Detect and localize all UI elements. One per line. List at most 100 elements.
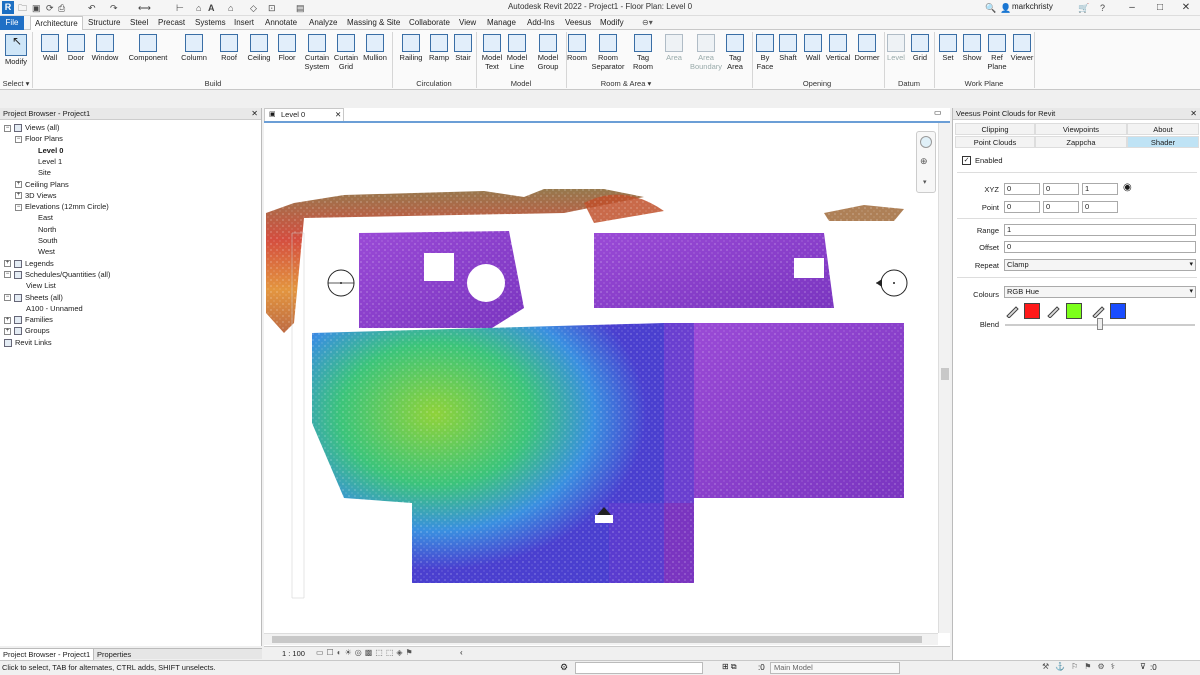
window-button[interactable]: Window [90, 32, 120, 78]
ceiling-button[interactable]: Ceiling [244, 32, 274, 78]
vertical-button[interactable]: Vertical [825, 32, 851, 78]
tree-item[interactable]: − Sheets (all) [4, 292, 63, 303]
scale-label[interactable]: 1 : 100 [282, 649, 305, 658]
repeat-select[interactable]: Clamp ▾ [1004, 259, 1196, 271]
xyz-y-input[interactable]: 0 [1043, 183, 1079, 195]
mullion-button[interactable]: Mullion [361, 32, 389, 78]
ramp-button[interactable]: Ramp [428, 32, 450, 78]
xyz-z-input[interactable]: 1 [1082, 183, 1118, 195]
view-control-icons[interactable]: ▭☐◐☀◎▩⬚⬚◈⚑ [316, 648, 416, 657]
grid-button[interactable]: Grid [910, 32, 930, 78]
tag-area-button[interactable]: Tag Area [723, 32, 747, 78]
maximize-icon[interactable]: □ [1146, 0, 1174, 16]
colour-swatch-green[interactable] [1066, 303, 1082, 319]
tab-analyze[interactable]: Analyze [305, 16, 341, 30]
tree-item[interactable]: Revit Links [4, 337, 52, 348]
tab-clipping[interactable]: Clipping [955, 123, 1035, 135]
point-y-input[interactable]: 0 [1043, 201, 1079, 213]
tree-item[interactable]: + Groups [4, 325, 50, 336]
ribbon-group-label[interactable]: Room & Area ▾ [566, 79, 686, 89]
eye-icon[interactable]: ◉ [1123, 182, 1132, 193]
tree-item[interactable]: + Ceiling Plans [15, 179, 69, 190]
scroll-thumb[interactable] [941, 368, 949, 380]
tab-point-clouds[interactable]: Point Clouds [955, 136, 1035, 148]
elevation-marker-west[interactable] [327, 269, 355, 297]
view-tab-level-0[interactable]: ▣ Level 0 ✕ [264, 108, 344, 121]
help-icon[interactable]: ? [1100, 2, 1105, 14]
floor-button[interactable]: Floor [276, 32, 298, 78]
user-name[interactable]: markchristy [1012, 2, 1053, 11]
tab-systems[interactable]: Systems [191, 16, 230, 30]
viewer-button[interactable]: Viewer [1009, 32, 1035, 78]
tab-steel[interactable]: Steel [126, 16, 152, 30]
scroll-thumb-horizontal[interactable] [272, 636, 922, 643]
curtain-system-button[interactable]: Curtain System [303, 32, 331, 78]
user-icon[interactable]: 👤 [1000, 2, 1011, 14]
component-button[interactable]: Component [126, 32, 170, 78]
area-button[interactable]: Area [663, 32, 685, 78]
stair-button[interactable]: Stair [452, 32, 474, 78]
pencil-icon[interactable] [1005, 304, 1019, 319]
tab-insert[interactable]: Insert [230, 16, 258, 30]
close-icon[interactable]: ✕ [251, 108, 258, 120]
search-icon[interactable]: 🔍 [985, 2, 996, 14]
tab-annotate[interactable]: Annotate [261, 16, 301, 30]
ref-plane-button[interactable]: Ref Plane [987, 32, 1007, 78]
tab-collaborate[interactable]: Collaborate [405, 16, 454, 30]
tree-item[interactable]: South [38, 235, 58, 246]
tree-item[interactable]: Site [38, 167, 51, 178]
selection-option-icons[interactable]: ⚒⚓⚐⚑⚙⚕ [1042, 662, 1121, 671]
tree-item[interactable]: A100 - Unnamed [26, 303, 83, 314]
worksets-icon[interactable]: ⚙ [560, 662, 568, 673]
expand-icon[interactable]: + [4, 327, 11, 335]
tab-modify[interactable]: Modify [596, 16, 628, 30]
roof-button[interactable]: Roof [218, 32, 240, 78]
tree-item[interactable]: North [38, 224, 56, 235]
room-button[interactable]: Room [566, 32, 588, 78]
enabled-checkbox[interactable]: ✓ [962, 156, 971, 165]
level-button[interactable]: Level [887, 32, 905, 78]
tag-room-button[interactable]: Tag Room [630, 32, 656, 78]
horizontal-scrollbar[interactable] [264, 633, 938, 645]
colour-swatch-blue[interactable] [1110, 303, 1126, 319]
tree-item[interactable]: View List [26, 280, 56, 291]
steering-wheel-icon[interactable] [920, 136, 932, 148]
point-z-input[interactable]: 0 [1082, 201, 1118, 213]
contextual-toggle-icon[interactable]: ⊖▾ [638, 16, 657, 30]
minimize-icon[interactable]: – [1118, 0, 1146, 16]
filter-icon[interactable]: ⊽ [1140, 662, 1146, 671]
tree-item[interactable]: Level 1 [38, 156, 62, 167]
tab-massing-site[interactable]: Massing & Site [343, 16, 404, 30]
vertical-scrollbar[interactable] [938, 123, 950, 633]
tab-manage[interactable]: Manage [483, 16, 520, 30]
room-separator-button[interactable]: Room Separator [591, 32, 625, 78]
zoom-icon[interactable]: ⊕ [920, 156, 928, 167]
area-boundary-button[interactable]: Area Boundary [689, 32, 723, 78]
tree-item[interactable]: − Views (all) [4, 122, 59, 133]
chevron-left-icon[interactable]: ‹ [460, 648, 463, 657]
collapse-icon[interactable]: − [15, 135, 22, 143]
blend-slider-thumb[interactable] [1097, 318, 1103, 330]
tree-item[interactable]: + Families [4, 314, 53, 325]
tree-item[interactable]: East [38, 212, 53, 223]
colour-swatch-red[interactable] [1024, 303, 1040, 319]
chevron-down-icon[interactable]: ▾ [923, 178, 927, 186]
tab-properties[interactable]: Properties [94, 649, 134, 660]
tab-structure[interactable]: Structure [84, 16, 124, 30]
cart-icon[interactable]: 🛒 [1078, 2, 1089, 14]
workset-select[interactable] [575, 662, 703, 674]
tab-project-browser[interactable]: Project Browser - Project1 [0, 649, 95, 660]
tab-about[interactable]: About [1127, 123, 1199, 135]
tab-precast[interactable]: Precast [154, 16, 189, 30]
offset-input[interactable]: 0 [1004, 241, 1196, 253]
tree-item[interactable]: + Legends [4, 258, 54, 269]
tree-item[interactable]: − Schedules/Quantities (all) [4, 269, 110, 280]
tab-veesus[interactable]: Veesus [561, 16, 595, 30]
tree-item[interactable]: West [38, 246, 55, 257]
tab-view[interactable]: View [455, 16, 480, 30]
range-input[interactable]: 1 [1004, 224, 1196, 236]
collapse-icon[interactable]: − [4, 124, 11, 132]
model-line-button[interactable]: Model Line [505, 32, 529, 78]
dormer-button[interactable]: Dormer [853, 32, 881, 78]
column-button[interactable]: Column [176, 32, 212, 78]
